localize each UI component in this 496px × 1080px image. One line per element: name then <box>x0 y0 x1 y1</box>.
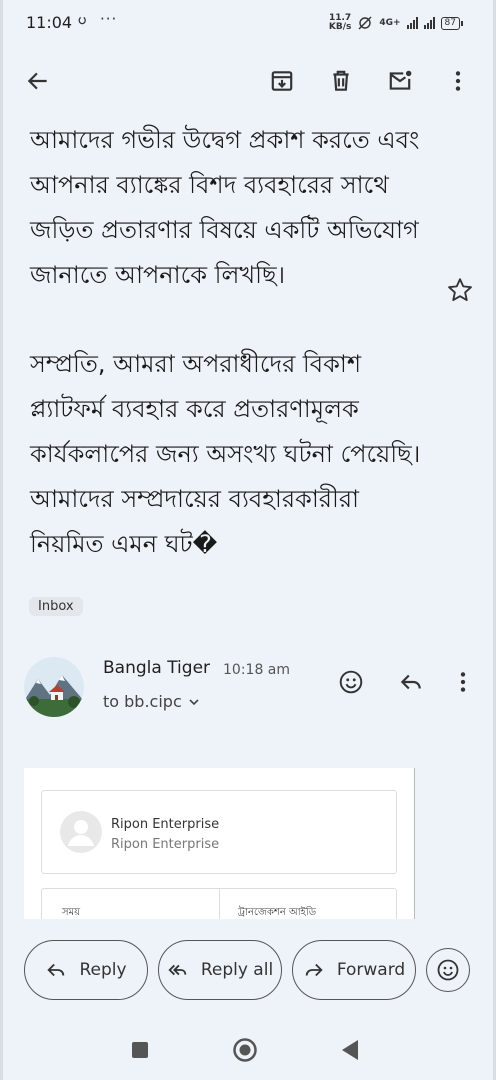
recents-icon[interactable] <box>126 1036 154 1064</box>
forward-icon <box>305 963 323 977</box>
inbox-label-chip[interactable]: Inbox <box>29 597 83 616</box>
message-paragraph-2: সম্প্রতি, আমরা অপরাধীদের বিকাশ প্ল্যাটফর… <box>30 350 421 558</box>
system-nav-bar <box>0 1020 496 1080</box>
chevron-down-icon <box>189 698 199 705</box>
reply-all-label: Reply all <box>200 960 274 980</box>
signal-2-icon <box>423 17 435 29</box>
reply-icon <box>47 963 65 977</box>
network-type: 4G+ <box>379 18 401 28</box>
signal-icon <box>406 17 418 29</box>
delete-icon[interactable] <box>321 61 361 101</box>
emoji-icon <box>437 959 459 981</box>
merchant-subtitle: Ripon Enterprise <box>111 837 220 852</box>
message-more-icon[interactable] <box>443 662 483 702</box>
column-time: সময় <box>62 907 81 918</box>
home-icon[interactable] <box>231 1036 259 1064</box>
mark-unread-icon[interactable] <box>380 61 420 101</box>
emoji-button[interactable] <box>426 948 470 992</box>
forward-button[interactable]: Forward <box>292 940 416 1000</box>
recipient-text: to bb.cipc <box>103 692 182 711</box>
reply-icon[interactable] <box>391 662 431 702</box>
sender-avatar[interactable] <box>24 657 84 717</box>
recipient-toggle[interactable]: to bb.cipc <box>103 692 200 711</box>
archive-icon[interactable] <box>262 61 302 101</box>
network-speed: 11.7 KB/s <box>329 14 351 32</box>
emoji-reaction-icon[interactable] <box>331 662 371 702</box>
more-notifications-icon: ··· <box>100 10 118 28</box>
status-indicators: 11.7 KB/s 4G+ 87 <box>329 14 464 32</box>
merchant-box: Ripon Enterprise Ripon Enterprise <box>41 790 397 874</box>
message-body: আমাদের গভীর উদ্বেগ প্রকাশ করতে এবং আপনার… <box>30 118 430 611</box>
reply-label: Reply <box>79 960 127 980</box>
network-speed-unit: KB/s <box>328 22 352 32</box>
merchant-name: Ripon Enterprise <box>111 817 220 832</box>
table-divider <box>219 889 220 919</box>
frame-left-edge <box>0 0 3 1080</box>
message-paragraph-1: আমাদের গভীর উদ্বেগ প্রকাশ করতে এবং আপনার… <box>30 126 420 289</box>
column-transaction-id: ট্রানজেকশন আইডি <box>238 907 317 918</box>
arrow-back-icon[interactable] <box>18 61 58 101</box>
alarm-off-icon <box>358 16 372 30</box>
reply-button[interactable]: Reply <box>24 940 148 1000</box>
back-nav-icon[interactable] <box>336 1036 364 1064</box>
sender-time: 10:18 am <box>223 662 291 678</box>
embedded-receipt: Ripon Enterprise Ripon Enterprise সময় ট… <box>24 768 415 919</box>
status-time: 11:04 <box>26 13 73 32</box>
reply-all-icon <box>168 964 187 976</box>
forward-label: Forward <box>336 960 406 980</box>
notification-icon: ပ <box>78 12 86 28</box>
more-vert-icon[interactable] <box>438 61 478 101</box>
star-icon[interactable] <box>446 276 474 304</box>
top-app-bar <box>0 48 496 114</box>
merchant-avatar <box>60 811 102 853</box>
reply-all-button[interactable]: Reply all <box>158 940 282 1000</box>
status-bar: 11:04 ပ ··· 11.7 KB/s 4G+ 87 <box>0 0 496 48</box>
transaction-table: সময় ট্রানজেকশন আইডি <box>41 888 397 919</box>
sender-name[interactable]: Bangla Tiger <box>103 658 210 678</box>
battery-icon: 87 <box>440 16 464 30</box>
